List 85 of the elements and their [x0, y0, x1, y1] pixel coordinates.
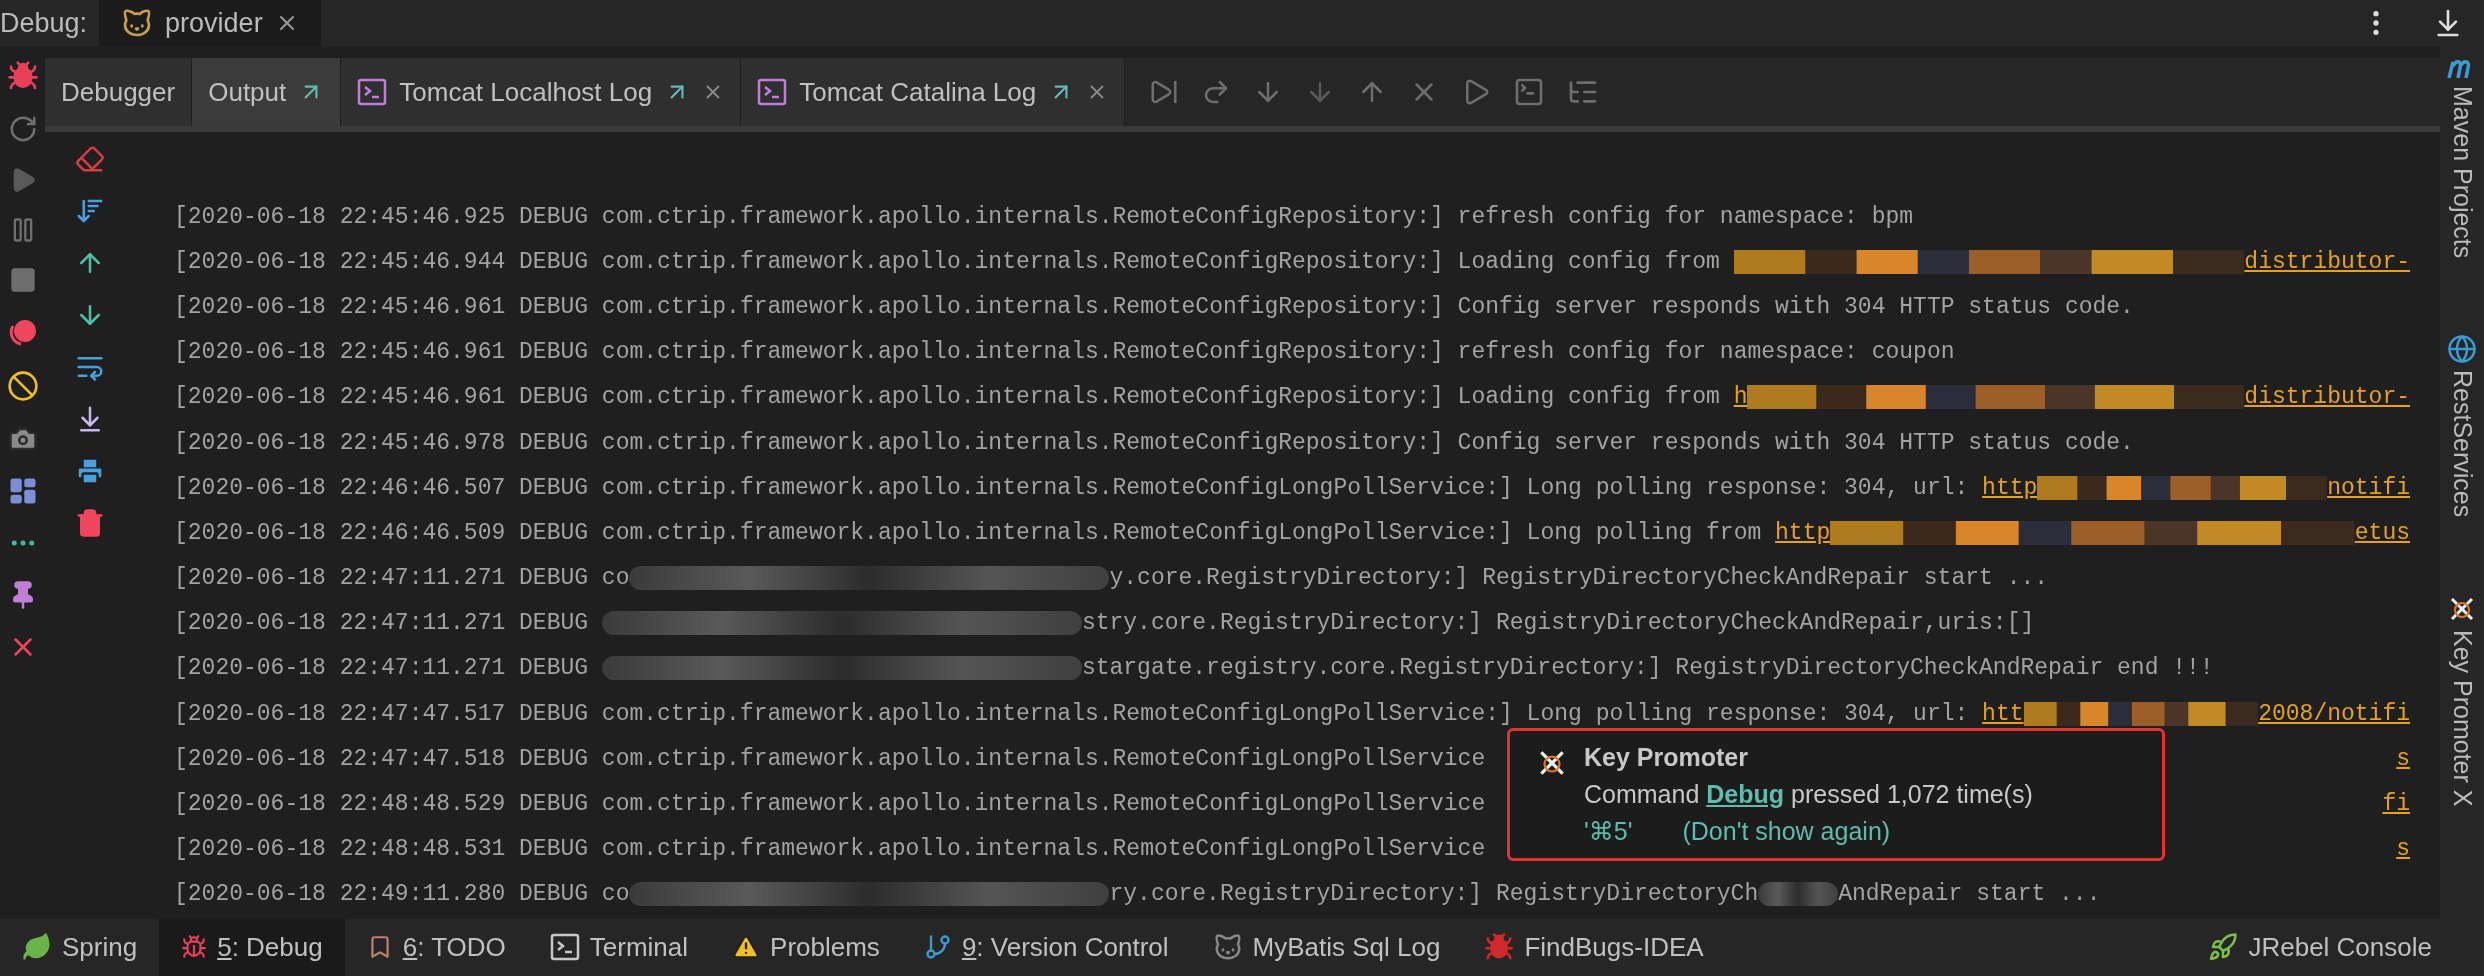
log-link[interactable]: distributor-: [2244, 384, 2410, 411]
rocket-icon[interactable]: [2208, 932, 2239, 962]
tool-label: JRebel Console: [2248, 931, 2432, 963]
side-tool-tab[interactable]: Maven Projects: [2447, 86, 2477, 259]
leaf-icon[interactable]: [22, 932, 52, 962]
log-text: [2020-06-18 22:47:11.271 DEBUG co: [174, 565, 630, 592]
log-text: [2020-06-18 22:48:48.529 DEBUG com.ctrip.framework.apollo.internals.RemoteConfigLongPollService: [174, 791, 1486, 818]
side-tool-tab[interactable]: Key Promoter X: [2447, 629, 2477, 806]
log-text: stargate.registry.core.RegistryDirectory:] RegistryDirectoryCheckAndRepair end !!!: [1081, 655, 2214, 682]
tab[interactable]: Tomcat Catalina Log: [741, 58, 1126, 126]
tool-label: Spring: [62, 931, 138, 963]
log-link[interactable]: notifi: [2327, 474, 2410, 501]
mute-icon[interactable]: [6, 370, 39, 402]
console-icon: [549, 933, 580, 961]
tool-window-button[interactable]: Problems: [710, 918, 902, 976]
popup-title: Key Promoter: [1584, 743, 1749, 772]
log-text: [2020-06-18 22:48:48.531 DEBUG com.ctrip.framework.apollo.internals.RemoteConfigLongPollService: [174, 836, 1486, 863]
tool-label: 9: Version Control: [961, 931, 1169, 963]
tab-label: Output: [208, 76, 287, 108]
tab-label: Debugger: [61, 76, 176, 108]
log-text: [2020-06-18 22:47:11.271 DEBUG: [174, 610, 590, 637]
log-link[interactable]: etus: [2354, 519, 2410, 546]
side-tool-tab[interactable]: RestServices: [2447, 370, 2477, 518]
log-text: ry.core.RegistryDirectory:] RegistryDirectoryCh: [1109, 881, 1759, 908]
log-link[interactable]: http: [1775, 519, 1831, 546]
log-text: [2020-06-18 22:49:11.280 DEBUG co: [174, 881, 630, 908]
log-text: [2020-06-18 22:46:46.507 DEBUG com.ctrip.framework.apollo.internals.RemoteConfigLongPollService:] Long polling response: 304, url:: [174, 474, 1970, 501]
log-link[interactable]: fi: [2382, 791, 2410, 818]
log-link[interactable]: 2008/notifi: [2258, 700, 2410, 727]
log-text: [2020-06-18 22:45:46.961 DEBUG com.ctrip.framework.apollo.internals.RemoteConfigRepository:] refresh config for namespace: coupon: [174, 339, 1955, 366]
eraser-icon[interactable]: [75, 144, 105, 174]
command-link[interactable]: Debug: [1706, 780, 1785, 808]
tool-label: Terminal: [589, 931, 689, 963]
log-text: [2020-06-18 22:45:46.978 DEBUG com.ctrip.framework.apollo.internals.RemoteConfigRepository:] Config server responds with 304 HTTP status code.: [174, 429, 2134, 456]
tool-label: FindBugs-IDEA: [1524, 931, 1704, 963]
bug-icon[interactable]: [1484, 932, 1515, 962]
log-text: [2020-06-18 22:46:46.509 DEBUG com.ctrip.framework.apollo.internals.RemoteConfigLongPollService:] Long polling from: [174, 519, 1763, 546]
globe-icon[interactable]: [2447, 334, 2477, 365]
tool-label: 5: Debug: [217, 931, 323, 963]
session-tab[interactable]: provider: [99, 0, 321, 46]
log-link[interactable]: s: [2396, 836, 2410, 863]
log-text: [2020-06-18 22:47:47.517 DEBUG com.ctrip.framework.apollo.internals.RemoteConfigLongPollService:] Long polling response: 304, url:: [174, 700, 1970, 727]
log-text: [2020-06-18 22:45:46.961 DEBUG com.ctrip.framework.apollo.internals.RemoteConfigRepository:] Loading config from: [174, 384, 1721, 411]
tool-window-button[interactable]: FindBugs-IDEA: [1462, 918, 1726, 976]
tool-window-button[interactable]: Terminal: [527, 918, 711, 976]
log-text: [2020-06-18 22:45:46.961 DEBUG com.ctrip.framework.apollo.internals.RemoteConfigRepository:] Config server responds with 304 HTTP status code.: [174, 293, 2134, 320]
tool-label: 6: TODO: [402, 931, 506, 963]
log-text: [2020-06-18 22:47:47.518 DEBUG com.ctrip.framework.apollo.internals.RemoteConfigLongPollService: [174, 745, 1486, 772]
log-text: [2020-06-18 22:45:46.944 DEBUG com.ctrip.framework.apollo.internals.RemoteConfigRepository:] Loading config from: [174, 248, 1721, 275]
tool-window-button[interactable]: MyBatis Sql Log: [1190, 918, 1463, 976]
tab[interactable]: Debugger: [45, 58, 193, 126]
shortcut-text: '⌘5': [1584, 817, 1633, 846]
tool-window-button[interactable]: JRebel Console: [2186, 918, 2454, 976]
tool-window-button[interactable]: 5: Debug: [159, 918, 345, 976]
log-link[interactable]: htt: [1982, 700, 2024, 727]
log-text: [2020-06-18 22:47:11.271 DEBUG: [174, 655, 590, 682]
panel-title: Debug:: [0, 7, 88, 39]
tool-label: Problems: [770, 931, 880, 963]
console-icon: [357, 78, 388, 106]
log-link[interactable]: h: [1733, 384, 1748, 411]
print-icon[interactable]: [75, 456, 105, 486]
tab[interactable]: Tomcat Localhost Log: [341, 58, 742, 126]
stop-icon[interactable]: [8, 266, 37, 294]
session-label: provider: [165, 7, 263, 39]
log-text: [2020-06-18 22:45:46.925 DEBUG com.ctrip.framework.apollo.internals.RemoteConfigRepository:] refresh config for namespace: bpm: [174, 203, 1914, 230]
log-text: y.core.RegistryDirectory:] RegistryDirectoryCheckAndRepair start ...: [1109, 565, 2049, 592]
console-icon: [757, 78, 788, 106]
dont-show-link[interactable]: (Don't show again): [1682, 817, 1891, 846]
log-text: AndRepair start ...: [1838, 881, 2101, 908]
tool-window-button[interactable]: Spring: [0, 918, 160, 976]
tool-label: MyBatis Sql Log: [1252, 931, 1441, 963]
bug-icon[interactable]: [181, 934, 208, 960]
tool-window-button[interactable]: 6: TODO: [344, 918, 528, 976]
branch-icon[interactable]: [923, 933, 952, 961]
tab-label: Tomcat Localhost Log: [399, 76, 653, 108]
log-link[interactable]: distributor-: [2244, 248, 2410, 275]
log-link[interactable]: s: [2396, 745, 2410, 772]
tab[interactable]: Output: [192, 58, 342, 126]
tab-label: Tomcat Catalina Log: [799, 76, 1037, 108]
popup-message: Command Debug pressed 1,072 time(s): [1584, 780, 2033, 809]
log-link[interactable]: http: [1982, 474, 2038, 501]
tool-window-button[interactable]: 9: Version Control: [901, 918, 1191, 976]
log-text: stry.core.RegistryDirectory:] RegistryDirectoryCheckAndRepair,uris:[]: [1081, 610, 2035, 637]
bug-icon[interactable]: [6, 60, 39, 92]
trash-icon[interactable]: [75, 508, 105, 538]
